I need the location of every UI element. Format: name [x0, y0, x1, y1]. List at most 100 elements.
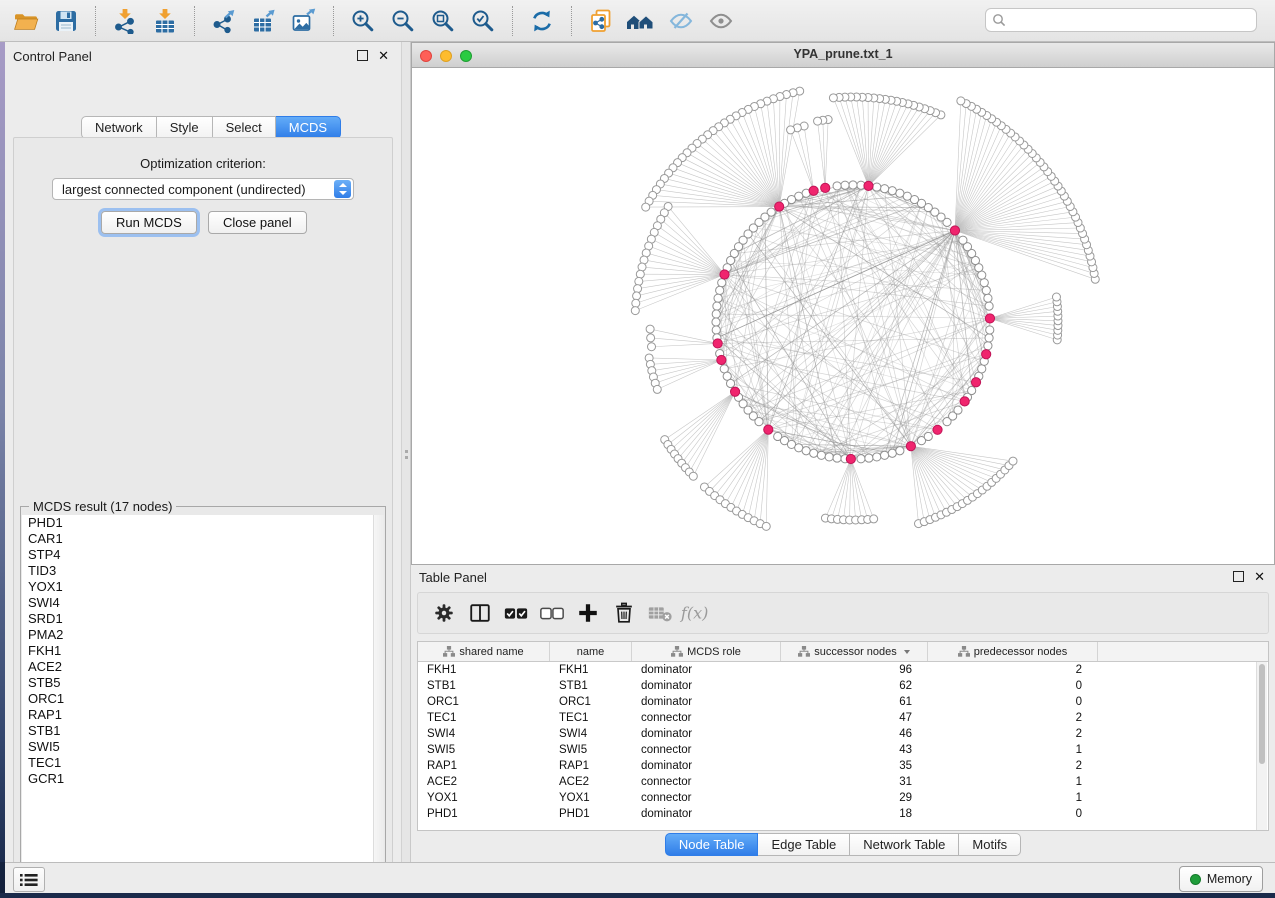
node-table[interactable]: shared namenameMCDS rolesuccessor nodesp…	[417, 641, 1269, 831]
close-panel-icon[interactable]: ✕	[378, 51, 389, 60]
export-network-icon[interactable]	[206, 5, 242, 37]
mcds-hub-node[interactable]	[982, 350, 991, 359]
table-scrollbar-thumb[interactable]	[1259, 664, 1265, 764]
import-network-icon[interactable]	[107, 5, 143, 37]
export-table-icon[interactable]	[246, 5, 282, 37]
mcds-hub-node[interactable]	[906, 442, 915, 451]
network-graph[interactable]	[412, 68, 1274, 564]
run-mcds-button[interactable]: Run MCDS	[101, 211, 197, 234]
task-history-button[interactable]	[13, 867, 45, 892]
table-row[interactable]: PHD1PHD1dominator180	[418, 806, 1268, 822]
network-window-titlebar[interactable]: YPA_prune.txt_1	[412, 43, 1274, 68]
zoom-fit-icon[interactable]	[425, 5, 461, 37]
mcds-hub-node[interactable]	[933, 425, 942, 434]
hide-details-icon[interactable]	[663, 5, 699, 37]
table-row[interactable]: FKH1FKH1dominator962	[418, 662, 1268, 678]
mcds-hub-node[interactable]	[720, 270, 729, 279]
table-row[interactable]: TEC1TEC1connector472	[418, 710, 1268, 726]
table-row[interactable]: STB1STB1dominator620	[418, 678, 1268, 694]
column-header-shared-name[interactable]: shared name	[418, 642, 550, 661]
mcds-node-item[interactable]: TID3	[22, 563, 374, 579]
mcds-node-item[interactable]: GCR1	[22, 771, 374, 787]
table-row[interactable]: RAP1RAP1dominator352	[418, 758, 1268, 774]
zoom-selected-icon[interactable]	[465, 5, 501, 37]
mcds-list-scrollbar[interactable]	[373, 515, 384, 870]
add-column-icon[interactable]	[570, 596, 606, 630]
mcds-node-item[interactable]: RAP1	[22, 707, 374, 723]
table-row[interactable]: ACE2ACE2connector311	[418, 774, 1268, 790]
memory-button[interactable]: Memory	[1179, 866, 1263, 892]
mcds-node-item[interactable]: STB5	[22, 675, 374, 691]
search-field[interactable]	[985, 8, 1257, 32]
tab-select[interactable]: Select	[213, 116, 276, 139]
mcds-hub-node[interactable]	[821, 183, 830, 192]
mcds-hub-node[interactable]	[950, 226, 959, 235]
float-panel-icon[interactable]	[357, 50, 368, 61]
column-header-successor-nodes[interactable]: successor nodes	[781, 642, 928, 661]
mcds-hub-node[interactable]	[960, 397, 969, 406]
tab-mcds[interactable]: MCDS	[276, 116, 341, 139]
unselect-all-icon[interactable]	[534, 596, 570, 630]
mcds-hub-node[interactable]	[717, 355, 726, 364]
close-panel-button[interactable]: Close panel	[208, 211, 307, 234]
table-row[interactable]: SWI5SWI5connector431	[418, 742, 1268, 758]
first-neighbors-icon[interactable]	[623, 5, 659, 37]
mcds-hub-node[interactable]	[764, 425, 773, 434]
mcds-node-item[interactable]: SWI4	[22, 595, 374, 611]
panel-splitter[interactable]	[401, 42, 411, 862]
refresh-icon[interactable]	[524, 5, 560, 37]
mcds-node-item[interactable]: STB1	[22, 723, 374, 739]
table-row[interactable]: ORC1ORC1dominator610	[418, 694, 1268, 710]
mcds-node-item[interactable]: ORC1	[22, 691, 374, 707]
tab-network[interactable]: Network	[81, 116, 157, 139]
mcds-node-item[interactable]: CAR1	[22, 531, 374, 547]
gear-icon[interactable]	[426, 596, 462, 630]
mcds-node-item[interactable]: PHD1	[22, 515, 374, 531]
mcds-result-list[interactable]: PHD1CAR1STP4TID3YOX1SWI4SRD1PMA2FKH1ACE2…	[22, 515, 375, 870]
mcds-node-item[interactable]: ACE2	[22, 659, 374, 675]
mcds-hub-node[interactable]	[730, 387, 739, 396]
select-all-icon[interactable]	[498, 596, 534, 630]
mcds-hub-node[interactable]	[985, 314, 994, 323]
criterion-dropdown[interactable]: largest connected component (undirected)	[52, 178, 354, 200]
mcds-node-item[interactable]: YOX1	[22, 579, 374, 595]
tab-node-table[interactable]: Node Table	[665, 833, 759, 856]
mcds-hub-node[interactable]	[809, 186, 818, 195]
mcds-node-item[interactable]: SRD1	[22, 611, 374, 627]
tab-network-table[interactable]: Network Table	[850, 833, 959, 856]
duplicate-network-icon[interactable]	[583, 5, 619, 37]
column-header-predecessor-nodes[interactable]: predecessor nodes	[928, 642, 1098, 661]
mcds-hub-node[interactable]	[775, 202, 784, 211]
export-image-icon[interactable]	[286, 5, 322, 37]
save-icon[interactable]	[48, 5, 84, 37]
search-input[interactable]	[1011, 12, 1250, 28]
table-scrollbar[interactable]	[1256, 662, 1267, 830]
sort-caret-icon[interactable]	[904, 650, 910, 654]
mcds-node-item[interactable]: PMA2	[22, 627, 374, 643]
show-details-icon[interactable]	[703, 5, 739, 37]
close-panel-icon[interactable]: ✕	[1254, 572, 1265, 581]
network-canvas[interactable]	[412, 68, 1274, 564]
table-row[interactable]: YOX1YOX1connector291	[418, 790, 1268, 806]
column-header-name[interactable]: name	[550, 642, 632, 661]
open-folder-icon[interactable]	[8, 5, 44, 37]
mcds-hub-node[interactable]	[713, 339, 722, 348]
tab-style[interactable]: Style	[157, 116, 213, 139]
mcds-hub-node[interactable]	[846, 454, 855, 463]
mcds-hub-node[interactable]	[864, 181, 873, 190]
import-table-icon[interactable]	[147, 5, 183, 37]
mcds-node-item[interactable]: FKH1	[22, 643, 374, 659]
tab-edge-table[interactable]: Edge Table	[758, 833, 850, 856]
zoom-in-icon[interactable]	[345, 5, 381, 37]
mcds-node-item[interactable]: SWI5	[22, 739, 374, 755]
tab-motifs[interactable]: Motifs	[959, 833, 1021, 856]
column-view-icon[interactable]	[462, 596, 498, 630]
mcds-node-item[interactable]: TEC1	[22, 755, 374, 771]
float-panel-icon[interactable]	[1233, 571, 1244, 582]
table-row[interactable]: SWI4SWI4dominator462	[418, 726, 1268, 742]
delete-column-icon[interactable]	[606, 596, 642, 630]
mcds-node-item[interactable]: STP4	[22, 547, 374, 563]
column-header-MCDS-role[interactable]: MCDS role	[632, 642, 781, 661]
mcds-hub-node[interactable]	[971, 378, 980, 387]
zoom-out-icon[interactable]	[385, 5, 421, 37]
